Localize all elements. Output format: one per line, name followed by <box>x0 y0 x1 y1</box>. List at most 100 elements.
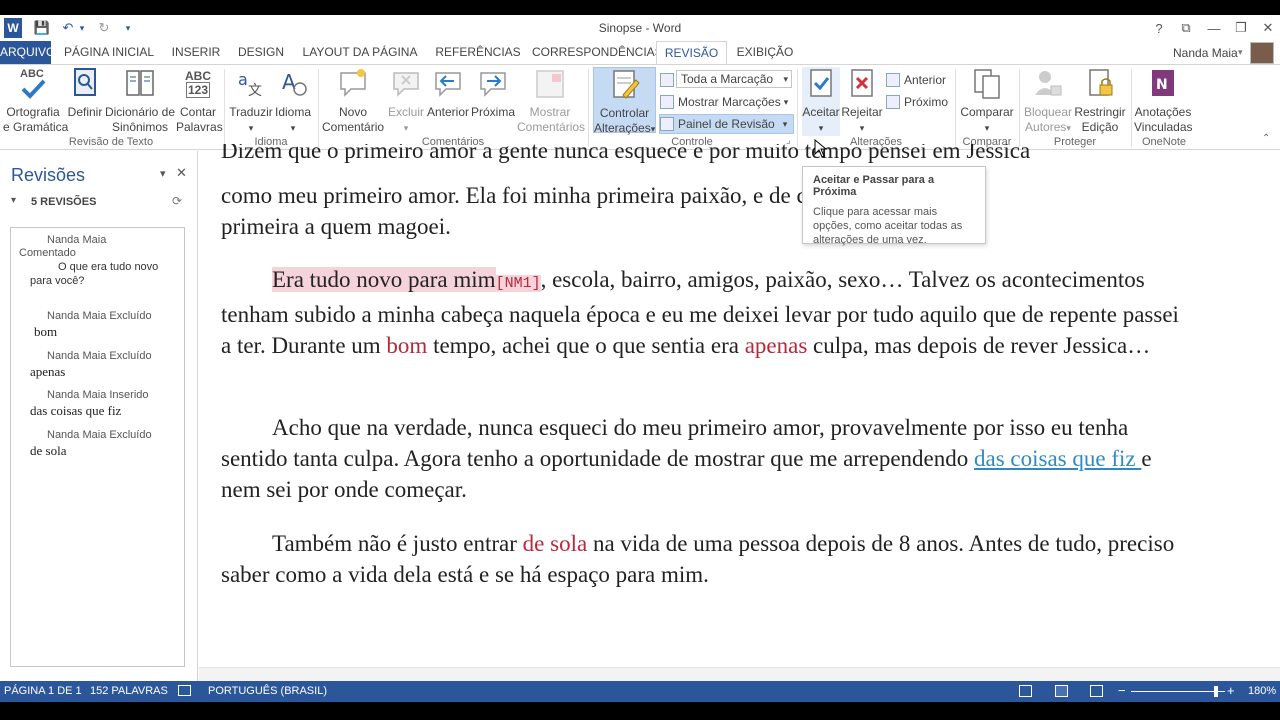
track-changes-button[interactable]: Controlar Alterações▾ <box>593 67 656 135</box>
revisions-pane: Revisões ▾ ✕ ▾ 5 REVISÕES ⟳ Nanda Maia C… <box>0 151 198 681</box>
word-count-label: Contar <box>179 105 217 119</box>
language-button[interactable]: A Idioma ▾ <box>273 67 313 136</box>
thesaurus-button[interactable]: Dicionário de Sinônimos <box>104 67 176 135</box>
tab-arquivo[interactable]: ARQUIVO <box>0 41 55 65</box>
close-icon[interactable]: ✕ <box>1256 17 1280 39</box>
web-layout-icon[interactable] <box>1090 685 1103 697</box>
paragraph-0-line-3: primeira a quem magoei. <box>221 214 451 239</box>
zoom-in-button[interactable]: + <box>1227 683 1235 698</box>
compare-dropdown-icon: ▾ <box>984 123 990 133</box>
next-comment-button[interactable]: Próxima <box>470 67 516 120</box>
block-dropdown-icon: ▾ <box>1066 123 1071 133</box>
revision-item[interactable]: Nanda Maia Excluído bom <box>11 310 184 340</box>
zoom-slider-track[interactable] <box>1131 691 1225 692</box>
horizontal-scrollbar[interactable] <box>199 667 1280 681</box>
previous-comment-button[interactable]: Anterior <box>426 67 470 120</box>
paragraph-0: Dizem que o primeiro amor a gente nunca … <box>221 144 1181 175</box>
review-pane-icon <box>660 117 674 131</box>
previous-change-button[interactable]: Anterior <box>886 70 946 90</box>
review-pane-button[interactable]: Painel de Revisão ▾ <box>659 114 795 134</box>
block-authors-button[interactable]: Bloquear Autores▾ <box>1022 67 1074 136</box>
revision-type: Comentado <box>19 247 76 259</box>
deleted-text[interactable]: de sola <box>523 531 588 556</box>
zoom-level[interactable]: 180% <box>1248 685 1276 697</box>
revision-item[interactable]: Nanda Maia Excluído de sola <box>11 429 184 459</box>
minimize-icon[interactable]: — <box>1202 17 1226 39</box>
delete-comment-button[interactable]: Excluir ▾ <box>386 67 426 136</box>
reject-dropdown-icon: ▾ <box>859 123 865 133</box>
language-status[interactable]: PORTUGUÊS (BRASIL) <box>208 685 327 697</box>
linked-notes-button[interactable]: N Anotações Vinculadas <box>1134 67 1193 135</box>
zoom-slider-thumb[interactable] <box>1213 686 1218 697</box>
pane-options-icon[interactable]: ▾ <box>160 167 166 180</box>
delete-comment-icon <box>390 67 422 101</box>
comment-marker[interactable]: [NM1] <box>495 275 541 292</box>
deleted-text[interactable]: bom <box>386 333 427 358</box>
commented-text[interactable]: Era tudo novo para mim <box>272 267 496 292</box>
thesaurus-label-2: Sinônimos <box>111 120 169 134</box>
track-changes-icon <box>609 68 641 102</box>
document-area[interactable]: Dizem que o primeiro amor a gente nunca … <box>199 144 1280 681</box>
ribbon-display-icon[interactable]: ⧉ <box>1174 17 1198 39</box>
reject-button[interactable]: Rejeitar ▾ <box>841 67 883 136</box>
language-icon: A <box>277 67 309 101</box>
tab-correspondencias[interactable]: CORRESPONDÊNCIAS <box>532 41 663 65</box>
show-markup-button[interactable]: Mostrar Marcações ▾ <box>660 92 788 112</box>
previous-change-icon <box>886 73 900 87</box>
next-comment-icon <box>477 67 509 101</box>
onenote-icon: N <box>1147 67 1179 101</box>
restrict-editing-button[interactable]: Restringir Edição <box>1074 67 1126 135</box>
read-mode-icon[interactable] <box>1019 685 1032 697</box>
language-dropdown-icon: ▾ <box>290 123 296 133</box>
deleted-text[interactable]: apenas <box>745 333 808 358</box>
help-icon[interactable]: ? <box>1147 17 1171 39</box>
page-indicator[interactable]: PÁGINA 1 DE 1 <box>4 685 82 697</box>
accept-label: Aceitar <box>802 105 840 119</box>
restore-icon[interactable]: ❐ <box>1229 17 1253 39</box>
tab-revisao[interactable]: REVISÃO <box>656 41 727 66</box>
thesaurus-book-icon <box>124 67 156 101</box>
new-comment-button[interactable]: Novo Comentário <box>322 67 384 135</box>
tab-layout[interactable]: LAYOUT DA PÁGINA <box>298 41 422 65</box>
revision-item[interactable]: Nanda Maia Excluído apenas <box>11 350 184 380</box>
translate-dropdown-icon: ▾ <box>248 123 254 133</box>
user-name[interactable]: Nanda Maia <box>1173 46 1238 60</box>
collapse-ribbon-icon[interactable]: ⌃ <box>1262 133 1270 144</box>
status-bar: PÁGINA 1 DE 1 152 PALAVRAS PORTUGUÊS (BR… <box>0 681 1280 702</box>
revision-author-type: Nanda Maia Excluído <box>47 429 152 441</box>
revisions-expand-icon[interactable]: ▾ <box>11 195 16 206</box>
spelling-grammar-button[interactable]: ABC Ortografia e Gramática <box>3 67 68 135</box>
refresh-icon[interactable]: ⟳ <box>172 194 182 208</box>
pane-close-icon[interactable]: ✕ <box>176 165 187 181</box>
zoom-out-button[interactable]: − <box>1118 683 1126 698</box>
tab-inserir[interactable]: INSERIR <box>167 41 225 65</box>
compare-button[interactable]: Comparar ▾ <box>960 67 1014 136</box>
show-comments-button[interactable]: Mostrar Comentários <box>517 67 585 135</box>
tab-design[interactable]: DESIGN <box>233 41 289 65</box>
proofing-status-icon[interactable] <box>178 685 191 696</box>
translate-button[interactable]: a文 Traduzir ▾ <box>229 67 273 136</box>
define-button[interactable]: Definir <box>66 67 104 120</box>
show-comments-icon <box>534 67 566 101</box>
word-count-button[interactable]: ABC 123 Contar Palavras <box>176 67 223 135</box>
accept-button[interactable]: Aceitar ▾ <box>802 67 840 136</box>
next-change-icon <box>886 95 900 109</box>
user-dropdown-icon[interactable]: ▾ <box>1238 47 1243 58</box>
tab-referencias[interactable]: REFERÊNCIAS <box>430 41 526 65</box>
tab-exibicao[interactable]: EXIBIÇÃO <box>735 41 795 65</box>
spelling-label: Ortografia <box>6 105 60 119</box>
revision-item[interactable]: Nanda Maia Inserido das coisas que fiz <box>11 389 184 419</box>
define-label: Definir <box>67 105 103 119</box>
mouse-cursor-icon <box>814 139 828 158</box>
markup-view-select[interactable]: Toda a Marcação ▾ <box>676 70 792 88</box>
tab-pagina-inicial[interactable]: PÁGINA INICIAL <box>59 41 159 65</box>
divider <box>955 69 956 147</box>
revision-item[interactable]: Nanda Maia Comentado O que era tudo novo… <box>11 234 184 288</box>
avatar[interactable] <box>1250 42 1274 64</box>
inserted-text[interactable]: das coisas que fiz <box>974 446 1141 471</box>
divider <box>318 69 319 147</box>
linked-notes-label: Anotações <box>1134 105 1192 119</box>
next-change-button[interactable]: Próximo <box>886 92 948 112</box>
word-count[interactable]: 152 PALAVRAS <box>90 685 168 697</box>
print-layout-icon[interactable] <box>1055 685 1068 697</box>
